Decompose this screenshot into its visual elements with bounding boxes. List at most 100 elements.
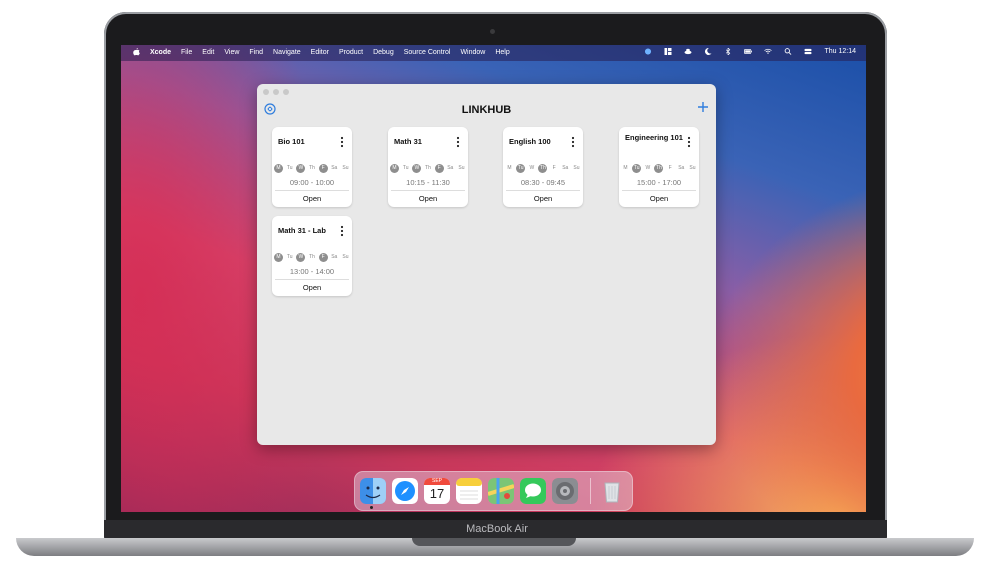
menu-product[interactable]: Product: [339, 49, 363, 56]
weekday-selector: M Tu W Th F Sa Su: [274, 253, 350, 262]
minimize-button[interactable]: [273, 89, 279, 95]
day-thursday: Th: [538, 164, 548, 173]
more-options-icon[interactable]: [340, 136, 344, 148]
class-name: Math 31: [394, 137, 422, 146]
day-wednesday: W: [529, 165, 535, 171]
day-thursday: Th: [425, 165, 431, 171]
day-sunday: Su: [689, 165, 696, 171]
maps-icon[interactable]: [488, 478, 514, 504]
hat-icon[interactable]: [684, 48, 692, 55]
day-monday: M: [274, 253, 283, 262]
menu-help[interactable]: Help: [495, 49, 509, 56]
apple-icon[interactable]: [133, 48, 140, 56]
day-thursday: Th: [654, 164, 664, 173]
class-time: 08:30 - 09:45: [520, 178, 566, 187]
day-saturday: Sa: [331, 254, 338, 260]
day-tuesday: Tu: [286, 254, 293, 260]
day-saturday: Sa: [331, 165, 338, 171]
finder-icon[interactable]: [360, 478, 386, 504]
zoom-button[interactable]: [283, 89, 289, 95]
day-tuesday: Tu: [402, 165, 409, 171]
menu-source-control[interactable]: Source Control: [404, 49, 451, 56]
class-card[interactable]: Math 31 M Tu W Th F Sa Su 10:15 - 11:30 …: [388, 127, 468, 207]
page-title: LINKHUB: [461, 104, 512, 116]
weekday-selector: M Tu W Th F Sa Su: [621, 164, 697, 173]
menu-app-name[interactable]: Xcode: [150, 49, 171, 56]
class-card[interactable]: Engineering 101 M Tu W Th F Sa Su 15:00 …: [619, 127, 699, 207]
dock: SEP 17: [354, 471, 633, 511]
layout-icon[interactable]: [664, 48, 672, 55]
trash-icon[interactable]: [599, 478, 625, 504]
day-friday: F: [552, 165, 556, 171]
camera: [490, 29, 495, 34]
open-button[interactable]: Open: [272, 194, 352, 203]
close-button[interactable]: [263, 89, 269, 95]
day-wednesday: W: [296, 164, 306, 173]
calendar-day: 17: [429, 486, 445, 501]
more-options-icon[interactable]: [687, 136, 691, 148]
linkhub-window: LINKHUB Bio 101 M Tu W Th F Sa Su 09:00 …: [257, 84, 716, 445]
more-options-icon[interactable]: [571, 136, 575, 148]
search-icon[interactable]: [784, 48, 792, 55]
more-options-icon[interactable]: [340, 225, 344, 237]
day-saturday: Sa: [678, 165, 685, 171]
weekday-selector: M Tu W Th F Sa Su: [390, 164, 466, 173]
class-name: Bio 101: [278, 137, 305, 146]
open-button[interactable]: Open: [503, 194, 583, 203]
day-friday: F: [434, 164, 444, 173]
system-preferences-icon[interactable]: [552, 478, 578, 504]
day-sunday: Su: [573, 165, 580, 171]
class-time: 13:00 - 14:00: [289, 267, 335, 276]
more-options-icon[interactable]: [456, 136, 460, 148]
menu-debug[interactable]: Debug: [373, 49, 394, 56]
notes-icon[interactable]: [456, 478, 482, 504]
divider: [391, 190, 465, 191]
menu-clock[interactable]: Thu 12:14: [824, 48, 856, 55]
linkhub-status-icon[interactable]: [644, 48, 652, 55]
class-time: 10:15 - 11:30: [406, 178, 450, 187]
day-sunday: Su: [458, 165, 465, 171]
class-card[interactable]: Math 31 - Lab M Tu W Th F Sa Su 13:00 - …: [272, 216, 352, 296]
open-button[interactable]: Open: [272, 283, 352, 292]
day-monday: M: [274, 164, 283, 173]
control-center-icon[interactable]: [804, 48, 812, 55]
class-card[interactable]: Bio 101 M Tu W Th F Sa Su 09:00 - 10:00 …: [272, 127, 352, 207]
day-saturday: Sa: [447, 165, 454, 171]
day-wednesday: W: [296, 253, 306, 262]
day-tuesday: Tu: [632, 164, 642, 173]
weekday-selector: M Tu W Th F Sa Su: [274, 164, 350, 173]
day-saturday: Sa: [562, 165, 569, 171]
divider: [622, 190, 696, 191]
safari-icon[interactable]: [392, 478, 418, 504]
menu-view[interactable]: View: [224, 49, 239, 56]
divider: [506, 190, 580, 191]
class-card[interactable]: English 100 M Tu W Th F Sa Su 08:30 - 09…: [503, 127, 583, 207]
dock-separator: [590, 478, 591, 504]
moon-icon[interactable]: [704, 48, 712, 55]
menu-window[interactable]: Window: [460, 49, 485, 56]
battery-icon[interactable]: [744, 48, 753, 55]
menu-bar: Xcode File Edit View Find Navigate Edito…: [121, 45, 866, 61]
open-button[interactable]: Open: [388, 194, 468, 203]
day-tuesday: Tu: [286, 165, 293, 171]
plus-icon[interactable]: [696, 100, 710, 114]
menu-find[interactable]: Find: [249, 49, 263, 56]
divider: [275, 190, 349, 191]
calendar-month: SEP: [424, 478, 450, 485]
menu-editor[interactable]: Editor: [311, 49, 329, 56]
day-friday: F: [318, 164, 328, 173]
calendar-icon[interactable]: SEP 17: [424, 478, 450, 504]
day-wednesday: W: [412, 164, 422, 173]
messages-icon[interactable]: [520, 478, 546, 504]
day-monday: M: [623, 165, 628, 171]
menu-edit[interactable]: Edit: [202, 49, 214, 56]
day-monday: M: [507, 165, 512, 171]
day-sunday: Su: [342, 165, 349, 171]
day-sunday: Su: [342, 254, 349, 260]
menu-navigate[interactable]: Navigate: [273, 49, 301, 56]
bluetooth-icon[interactable]: [724, 48, 732, 55]
menu-file[interactable]: File: [181, 49, 192, 56]
day-tuesday: Tu: [516, 164, 526, 173]
wifi-icon[interactable]: [764, 48, 773, 55]
open-button[interactable]: Open: [619, 194, 699, 203]
